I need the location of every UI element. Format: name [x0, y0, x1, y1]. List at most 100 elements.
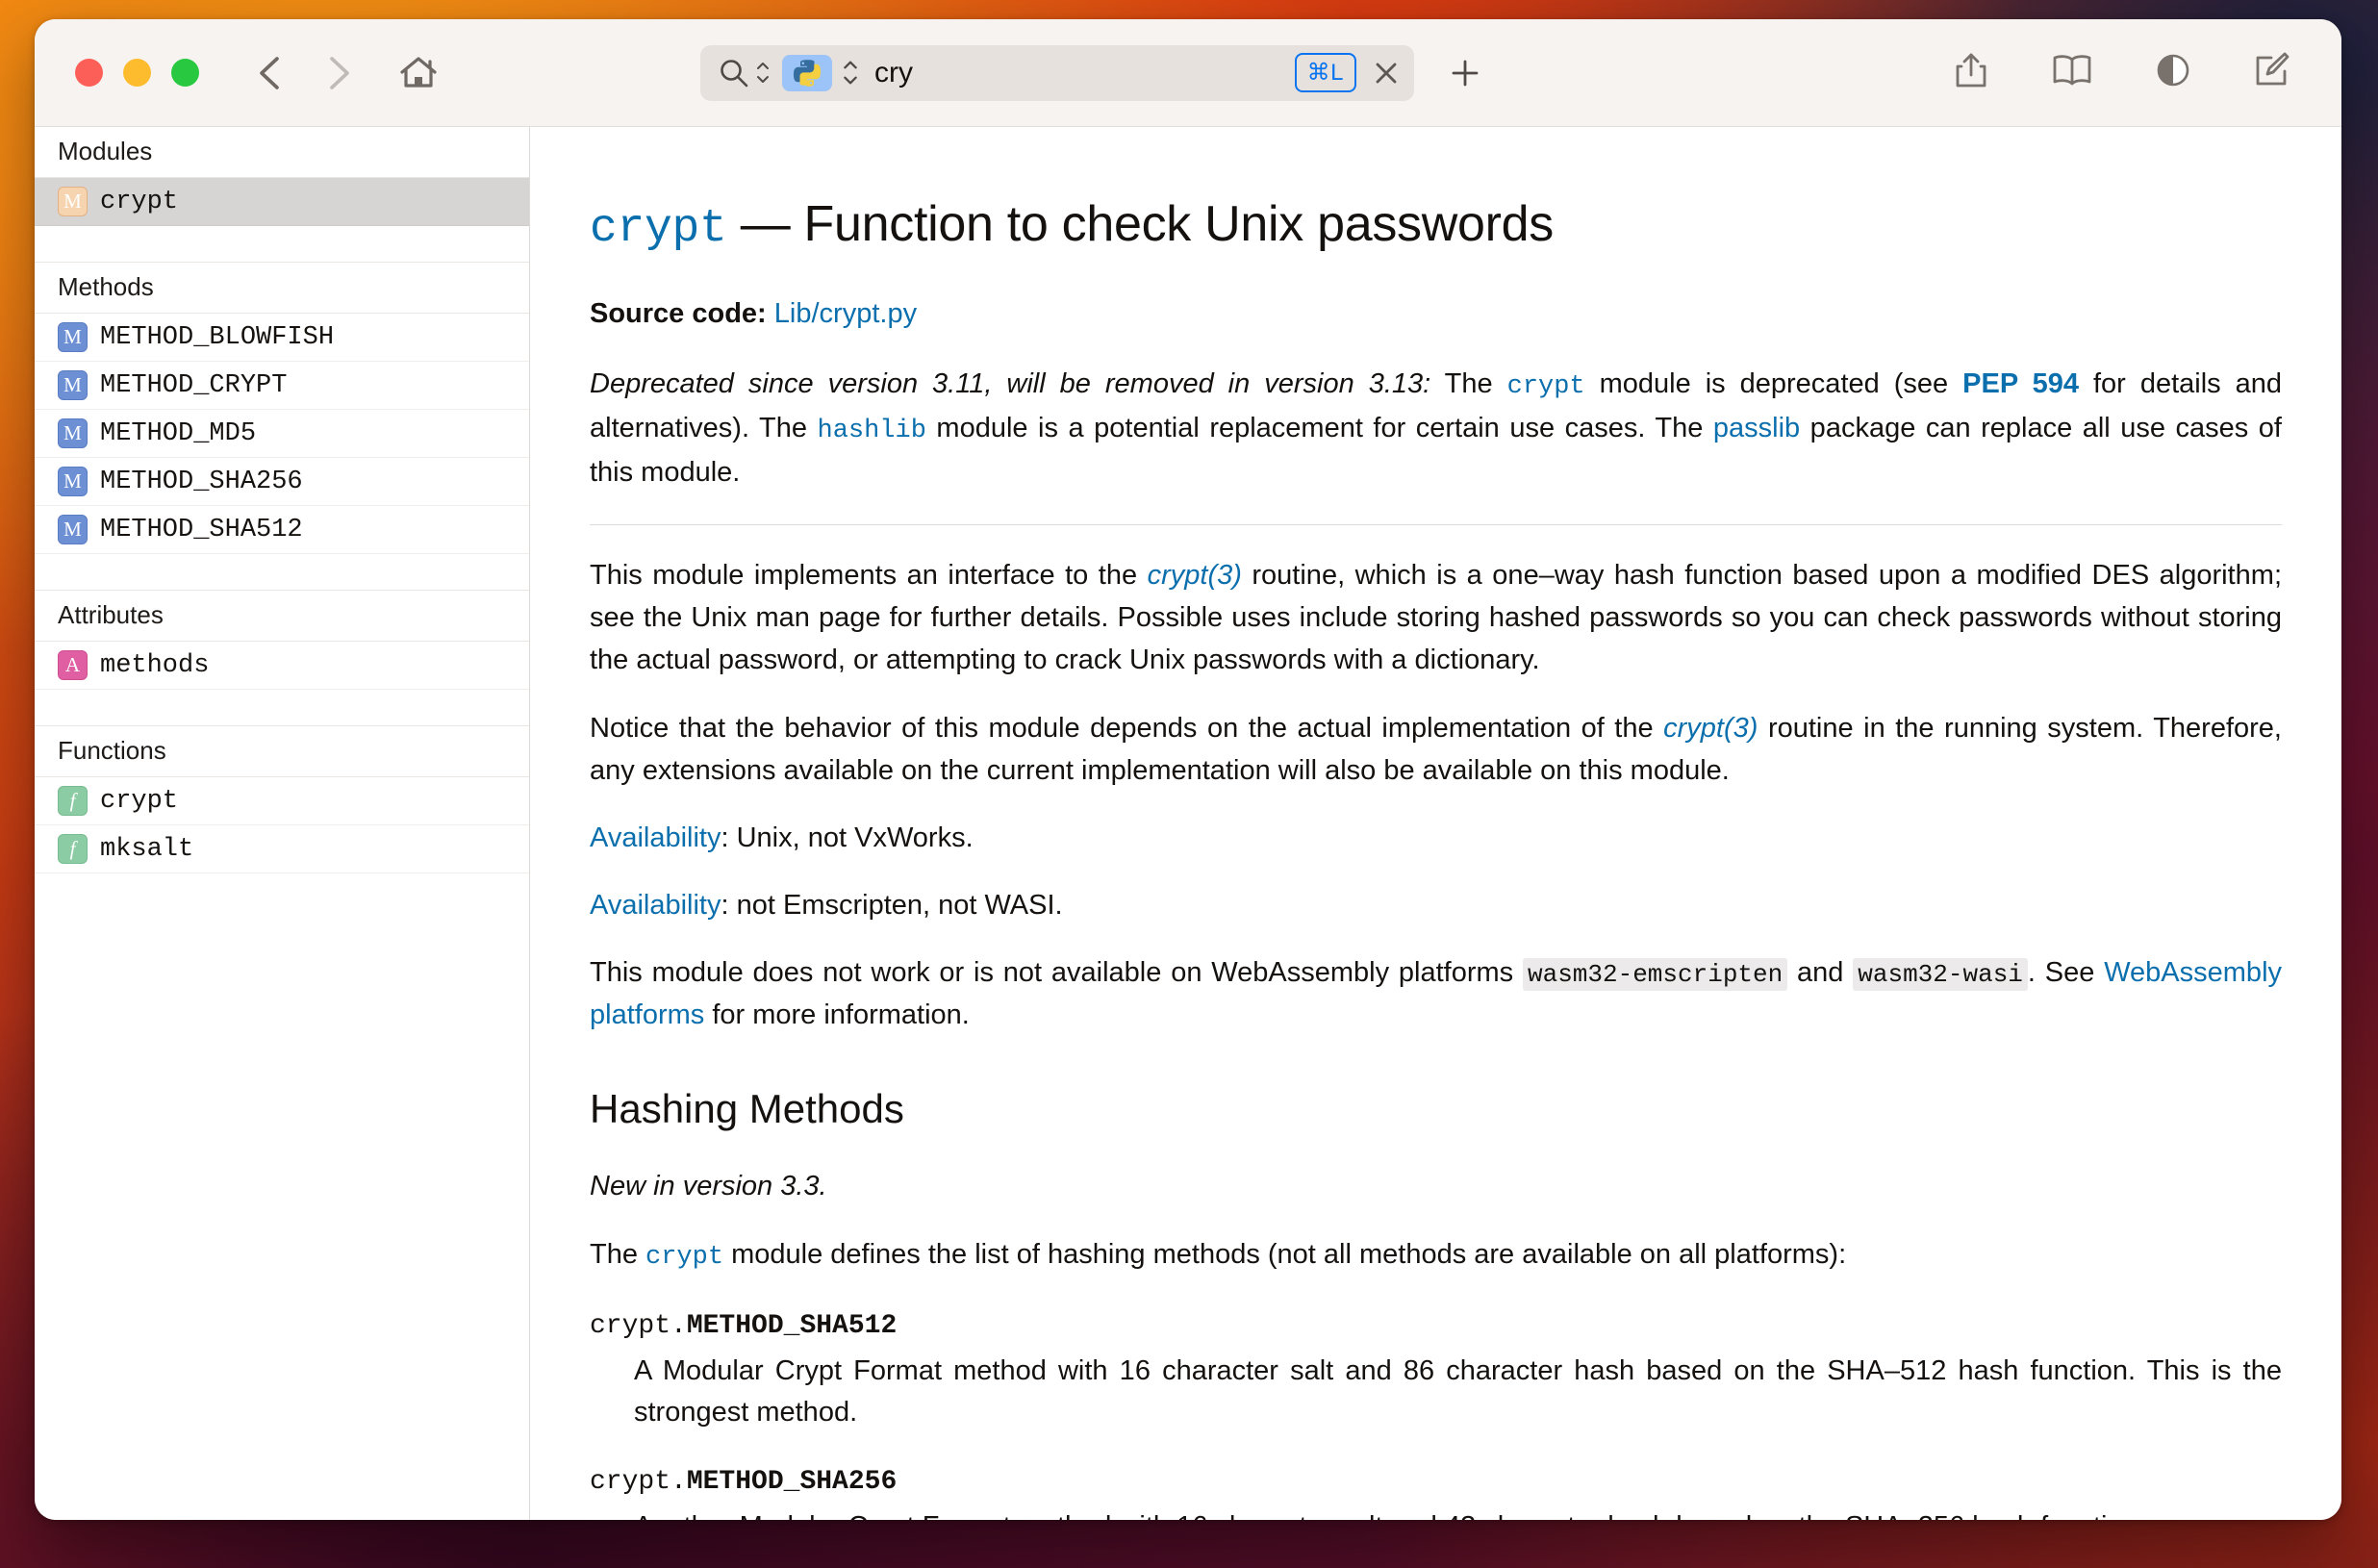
source-code-link[interactable]: Lib/crypt.py [774, 298, 917, 329]
appearance-button[interactable] [2155, 52, 2191, 93]
sidebar-item-label: crypt [100, 786, 179, 816]
passlib-link[interactable]: passlib [1713, 413, 1800, 443]
sidebar-item-label: methods [100, 650, 210, 680]
plus-icon [1452, 60, 1479, 86]
function-badge-icon: f [58, 786, 88, 816]
p2-a: Notice that the behavior of this module … [590, 712, 1664, 744]
sidebar-section-header-methods: Methods [35, 263, 529, 314]
attribute-badge-icon: A [58, 650, 88, 680]
close-window-button[interactable] [75, 59, 103, 87]
sidebar-item-method-sha256[interactable]: M METHOD_SHA256 [35, 458, 529, 506]
sidebar-item-method-sha512[interactable]: M METHOD_SHA512 [35, 506, 529, 554]
module-badge-icon: M [58, 187, 88, 216]
sidebar-section-header-modules: Modules [35, 127, 529, 178]
new-in-version-note: New in version 3.3. [590, 1171, 827, 1202]
definition-term-sha512[interactable]: crypt.METHOD_SHA512 [590, 1311, 2282, 1341]
chevron-left-icon [260, 56, 279, 89]
method-badge-icon: M [58, 322, 88, 352]
sidebar-item-function-crypt[interactable]: f crypt [35, 777, 529, 825]
pep-594-link[interactable]: PEP 594 [1962, 368, 2079, 399]
toolbar-right [1953, 51, 2291, 94]
sidebar-item-method-md5[interactable]: M METHOD_MD5 [35, 410, 529, 458]
method-badge-icon: M [58, 467, 88, 496]
search-icon [721, 59, 748, 87]
contrast-icon [2157, 54, 2189, 87]
wasm32-emscripten-code: wasm32-emscripten [1522, 957, 1788, 991]
sidebar-item-label: mksalt [100, 834, 194, 864]
page-title-module: crypt [590, 203, 727, 255]
hashlib-link[interactable]: hashlib [818, 417, 926, 445]
deprecation-t1: The [1430, 368, 1507, 400]
search-input[interactable]: cry [874, 57, 1295, 89]
page-title-rest: — Function to check Unix passwords [740, 196, 1555, 252]
sidebar-item-method-crypt[interactable]: M METHOD_CRYPT [35, 362, 529, 410]
intro-paragraph-1: This module implements an interface to t… [590, 554, 2282, 681]
hashing-intro-paragraph: The crypt module defines the list of has… [590, 1233, 2282, 1277]
new-tab-button[interactable] [1447, 55, 1483, 91]
python-logo-icon[interactable] [782, 54, 832, 91]
sidebar-item-attribute-methods[interactable]: A methods [35, 642, 529, 690]
wasm-a: This module does not work or is not avai… [590, 956, 1523, 988]
library-button[interactable] [2051, 53, 2093, 92]
main-split: Modules M crypt Methods M METHOD_BLOWFIS… [35, 127, 2341, 1520]
webassembly-paragraph: This module does not work or is not avai… [590, 951, 2282, 1037]
p1-a: This module implements an interface to t… [590, 560, 1148, 592]
page-title: crypt — Function to check Unix passwords [590, 196, 2282, 256]
method-badge-icon: M [58, 418, 88, 448]
sidebar-item-method-blowfish[interactable]: M METHOD_BLOWFISH [35, 314, 529, 362]
divider [590, 524, 2282, 526]
minimize-window-button[interactable] [123, 59, 151, 87]
search-scope-control[interactable] [718, 57, 771, 89]
sidebar-item-label: METHOD_SHA256 [100, 467, 303, 496]
crypt-module-link[interactable]: crypt [645, 1243, 723, 1272]
compose-icon [2256, 52, 2289, 86]
deprecation-crypt-link[interactable]: crypt [1507, 372, 1585, 401]
sidebar: Modules M crypt Methods M METHOD_BLOWFIS… [35, 127, 530, 1520]
search-scope-stepper-icon[interactable] [755, 61, 771, 85]
sidebar-section-header-functions: Functions [35, 726, 529, 777]
availability-line-1: Availability: Unix, not VxWorks. [590, 817, 2282, 859]
back-button[interactable] [243, 46, 297, 100]
crypt3-link[interactable]: crypt(3) [1663, 713, 1758, 744]
home-icon [400, 56, 437, 88]
definition-term-sha256[interactable]: crypt.METHOD_SHA256 [590, 1467, 2282, 1497]
search-field[interactable]: cry ⌘L [700, 44, 1414, 101]
titlebar: cry ⌘L [35, 19, 2341, 127]
sidebar-spacer [35, 554, 529, 591]
clear-search-button[interactable] [1370, 57, 1403, 89]
availability-line-2: Availability: not Emscripten, not WASI. [590, 884, 2282, 926]
crypt3-link[interactable]: crypt(3) [1148, 560, 1242, 591]
availability-text: : Unix, not VxWorks. [721, 822, 974, 853]
close-icon [1376, 63, 1397, 83]
availability-link[interactable]: Availability [590, 890, 721, 921]
search-area: cry ⌘L [700, 44, 1483, 101]
share-button[interactable] [1953, 51, 1989, 94]
wasm-c: . See [2027, 956, 2105, 988]
zoom-window-button[interactable] [171, 59, 199, 87]
sidebar-item-label: METHOD_MD5 [100, 418, 257, 448]
availability-text: : not Emscripten, not WASI. [721, 889, 1063, 921]
intro-a: The [590, 1239, 646, 1271]
wasm32-wasi-code: wasm32-wasi [1853, 957, 2028, 991]
definition-prefix: crypt. [590, 1310, 687, 1341]
section-title-hashing-methods: Hashing Methods [590, 1086, 904, 1132]
sidebar-spacer [35, 690, 529, 726]
intro-paragraph-2: Notice that the behavior of this module … [590, 707, 2282, 792]
forward-button[interactable] [311, 46, 365, 100]
compose-button[interactable] [2253, 51, 2291, 94]
definition-body: A Modular Crypt Format method with 16 ch… [634, 1354, 2282, 1429]
home-button[interactable] [392, 46, 445, 100]
sidebar-section-header-attributes: Attributes [35, 591, 529, 642]
method-badge-icon: M [58, 370, 88, 400]
book-icon [2053, 55, 2091, 86]
sidebar-item-label: METHOD_BLOWFISH [100, 322, 335, 352]
definition-name: METHOD_SHA256 [686, 1466, 898, 1497]
search-result-stepper-icon[interactable] [842, 59, 859, 87]
sidebar-item-module-crypt[interactable]: M crypt [35, 178, 529, 226]
navigation-buttons [243, 46, 445, 100]
deprecation-notice: Deprecated since version 3.11, will be r… [590, 363, 2282, 493]
sidebar-item-function-mksalt[interactable]: f mksalt [35, 825, 529, 873]
availability-link[interactable]: Availability [590, 822, 721, 853]
wasm-d: for more information. [704, 999, 970, 1031]
document-content: crypt — Function to check Unix passwords… [530, 127, 2341, 1520]
